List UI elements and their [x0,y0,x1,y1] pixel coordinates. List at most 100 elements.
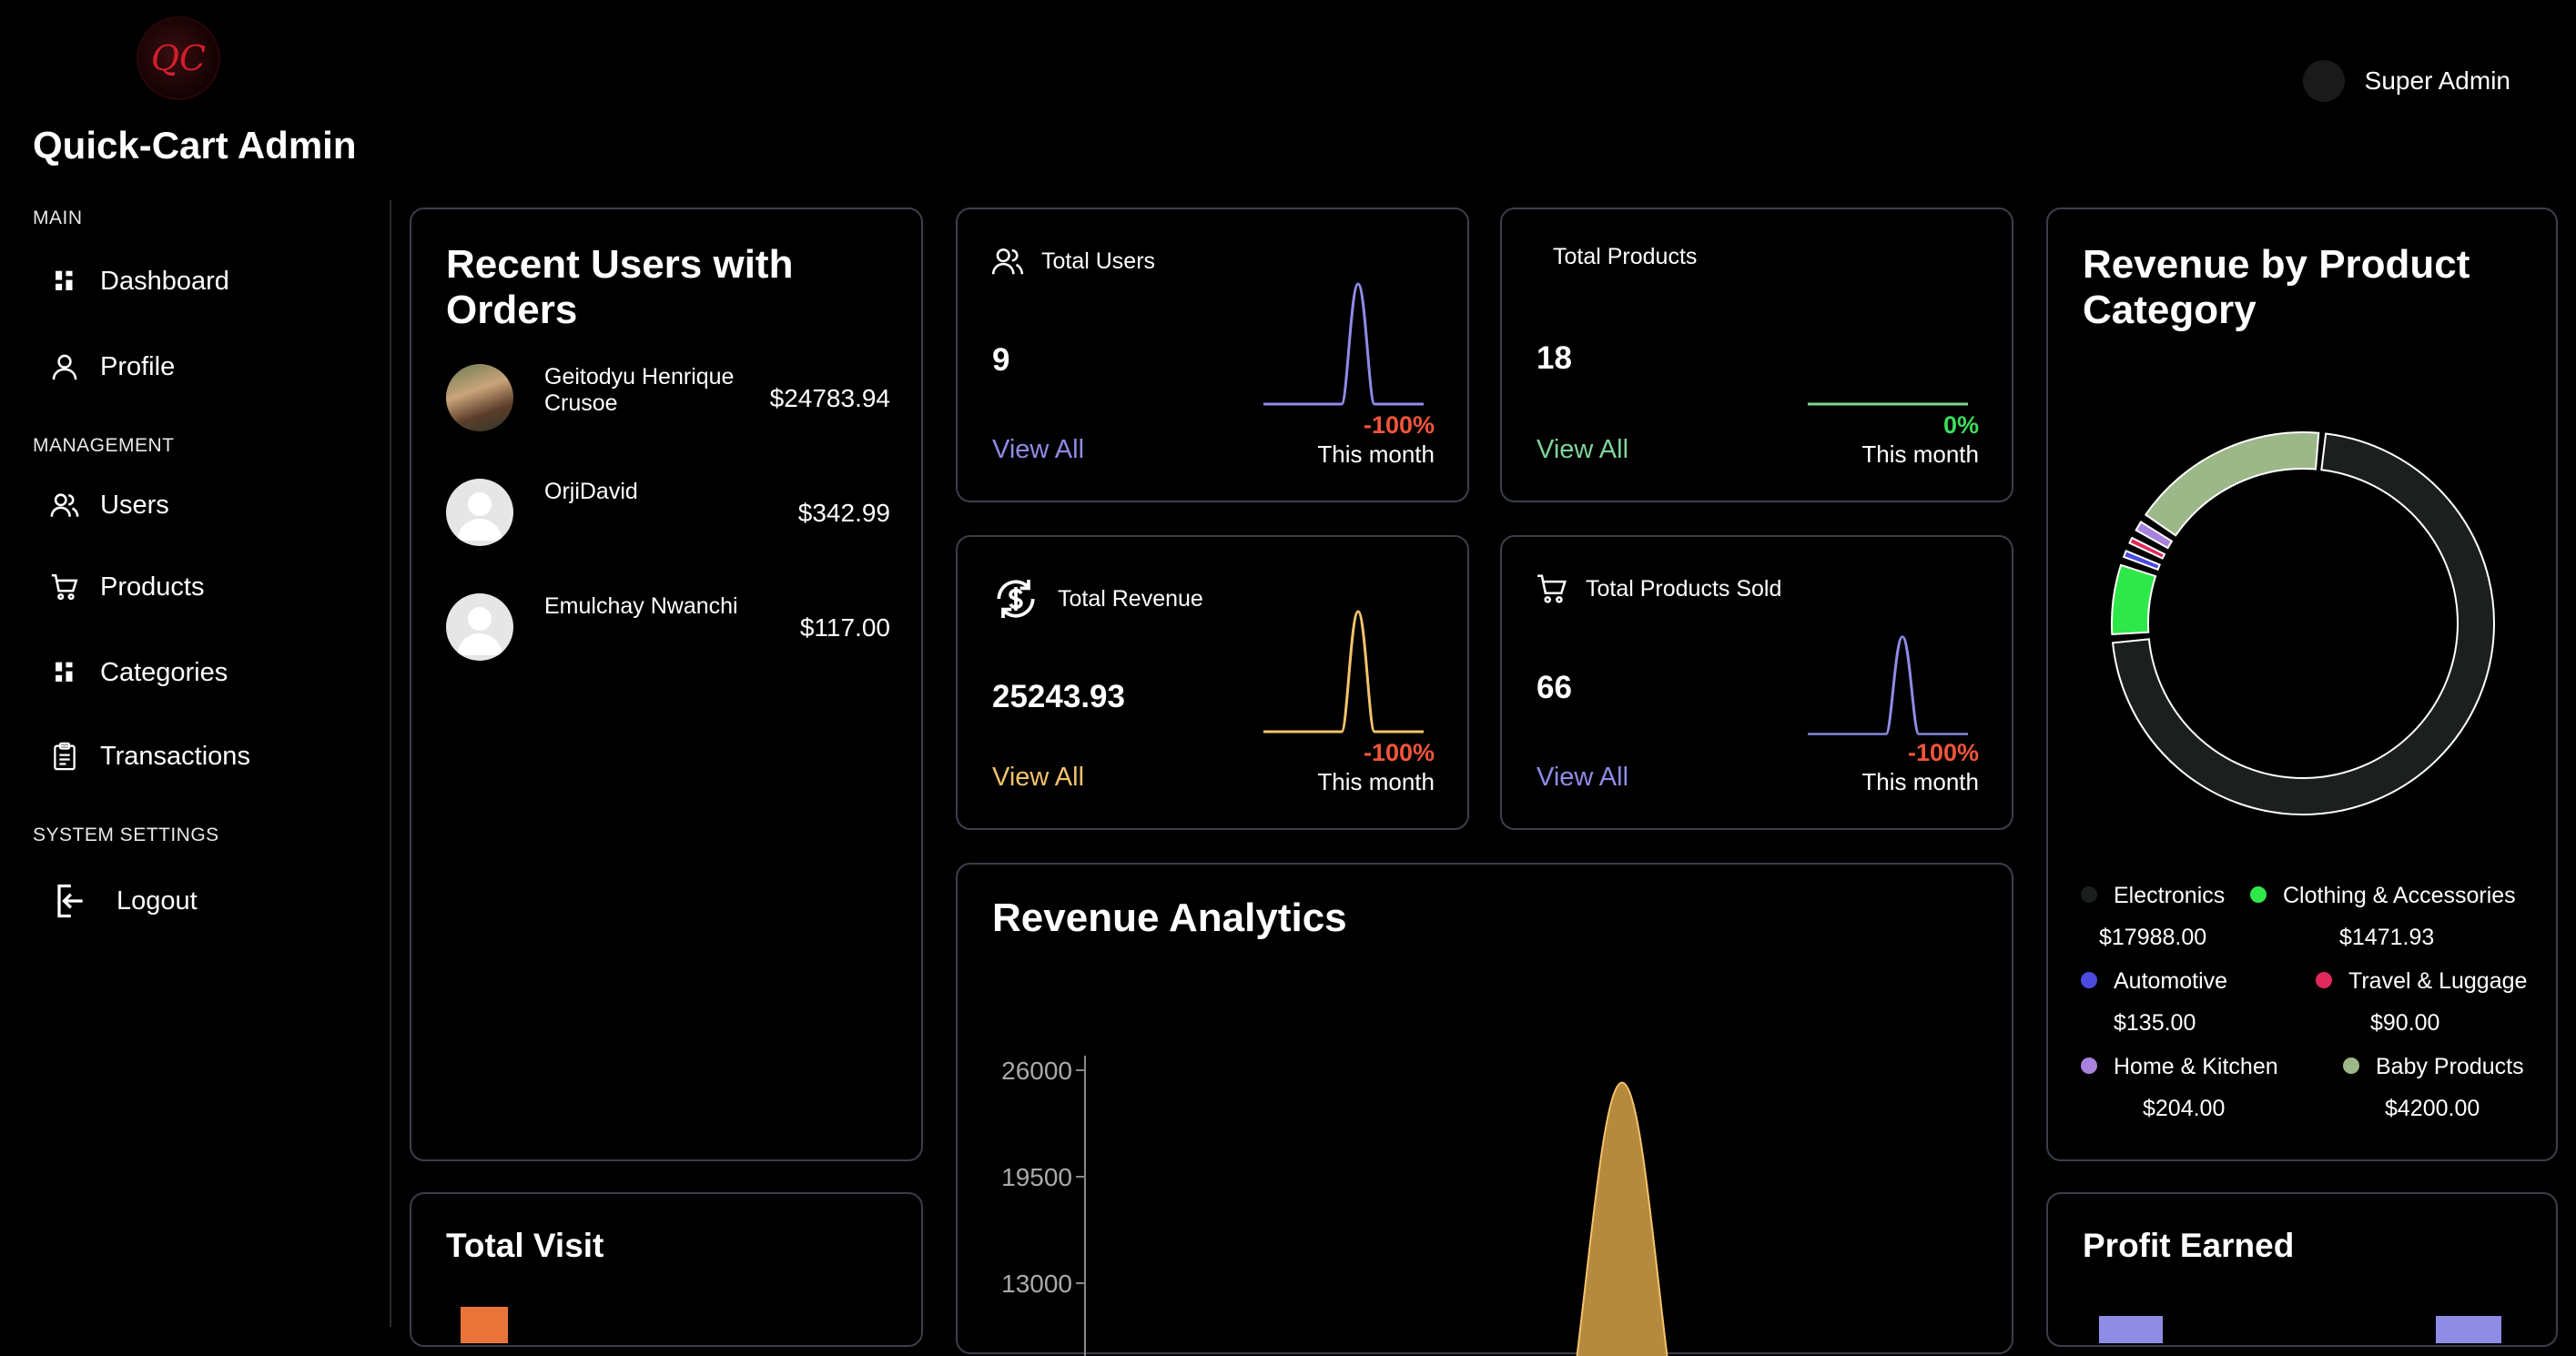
sidebar-item-label: Categories [100,657,228,687]
sparkline [1263,610,1424,734]
legend-value: $90.00 [2370,1010,2440,1036]
period-label: This month [1317,440,1435,468]
app-title: Quick-Cart Admin [33,124,357,167]
sidebar-item-label: Transactions [100,741,250,771]
avatar [446,364,513,431]
sidebar-item-categories[interactable]: Categories [49,657,228,688]
legend-value: $204.00 [2143,1096,2226,1121]
legend-item: Automotive [2081,968,2227,995]
revenue-cycle-icon [997,580,1035,618]
stat-value: 66 [1536,670,1572,705]
stat-title: Total Products Sold [1586,575,1782,602]
legend-label: Baby Products [2376,1054,2524,1079]
section-management: MANAGEMENT [33,435,175,456]
legend-label: Automotive [2114,968,2228,994]
sidebar-item-label: Dashboard [100,266,229,296]
legend-value: $4200.00 [2385,1096,2480,1121]
total-products-card: Total Products 18 View All 0% This month [1500,207,2013,502]
legend-item: Home & Kitchen [2081,1054,2278,1080]
legend-dot [2081,886,2097,904]
user-name: Super Admin [2364,66,2510,95]
sidebar-divider [390,200,391,1327]
visit-bar [461,1307,508,1343]
chart-legend: Electronics $17988.00 Clothing & Accesso… [2048,209,2558,1156]
total-revenue-card: Total Revenue 25243.93 View All -100% Th… [956,535,1469,830]
card-title: Profit Earned [2083,1227,2295,1264]
order-amount: $342.99 [797,499,890,527]
stat-value: 18 [1536,340,1572,376]
stat-value: 9 [992,342,1010,378]
sidebar-item-transactions[interactable]: Transactions [49,741,250,772]
change-percent: 0% [1942,411,1979,439]
sidebar-item-profile[interactable]: Profile [49,351,175,382]
sidebar-item-label: Profile [100,351,176,381]
legend-value: $135.00 [2114,1010,2196,1036]
revenue-analytics-card: Revenue Analytics 26000 19500 13000 [956,863,2013,1356]
user-icon [52,354,77,380]
order-amount: $117.00 [799,613,890,642]
user-name: Emulchay Nwanchi [544,593,738,619]
stat-title-row: Total Revenue [990,573,1203,624]
recent-users-card: Recent Users with Orders Geitodyu Henriq… [410,207,923,1161]
users-icon [991,248,1024,275]
sidebar-item-logout[interactable]: Logout [49,881,198,921]
default-avatar-icon [457,492,502,541]
legend-item: Travel & Luggage [2316,968,2527,995]
view-all-link[interactable]: View All [1536,763,1628,793]
card-title: Total Visit [446,1227,604,1264]
avatar [2302,60,2345,102]
sidebar-item-products[interactable]: Products [49,572,204,602]
view-all-link[interactable]: View All [1536,435,1628,465]
card-title: Recent Users with Orders [446,242,794,332]
stat-title-row: Total Products [1553,244,1697,270]
sparkline [1263,282,1424,406]
dashboard-icon [56,270,73,290]
stat-title-row: Total Users [990,244,1155,278]
grid-icon [56,662,73,682]
legend-dot [2343,1057,2359,1075]
sidebar-item-label: Products [100,572,205,602]
users-icon [50,493,79,517]
legend-item: Electronics [2081,883,2225,909]
revenue-area [1576,1081,1668,1356]
logout-icon [57,884,83,918]
legend-dot [2316,972,2332,989]
period-label: This month [1861,768,1979,795]
legend-dot [2250,886,2267,904]
legend-dot [2081,972,2097,989]
change-percent: -100% [1363,739,1435,766]
list-item[interactable]: OrjiDavid $342.99 [446,479,890,552]
view-all-link[interactable]: View All [992,435,1084,465]
stat-value: 25243.93 [992,679,1125,714]
sidebar-item-users[interactable]: Users [49,490,169,521]
view-all-link[interactable]: View All [992,763,1084,793]
sidebar-item-dashboard[interactable]: Dashboard [49,266,229,297]
user-name: Geitodyu Henrique Crusoe [544,364,735,416]
list-item[interactable]: Geitodyu Henrique Crusoe $24783.94 [446,364,890,437]
brand-logo: QC [137,16,220,100]
legend-item: Baby Products [2343,1054,2524,1080]
section-main: MAIN [33,207,83,228]
section-system-settings: SYSTEM SETTINGS [33,825,219,845]
profit-bar [2099,1316,2163,1343]
total-products-sold-card: Total Products Sold 66 View All -100% Th… [1500,535,2013,830]
legend-value: $1471.93 [2339,925,2435,950]
y-tick-label: 26000 [1001,1057,1072,1085]
legend-label: Travel & Luggage [2348,968,2528,994]
list-item[interactable]: Emulchay Nwanchi $117.00 [446,593,890,666]
profit-bar [2436,1316,2501,1343]
default-avatar-icon [457,607,502,655]
period-label: This month [1317,768,1435,795]
avatar [446,479,513,546]
clipboard-icon [54,742,76,771]
y-tick-label: 19500 [1001,1163,1072,1191]
profit-earned-card: Profit Earned [2046,1192,2558,1347]
stat-title: Total Revenue [1058,585,1203,612]
total-visit-card: Total Visit [410,1192,923,1347]
sidebar-item-label: Logout [117,885,198,916]
revenue-by-category-card: Revenue by Product Category Electronics … [2046,207,2558,1161]
logo-mark: QC [150,38,207,78]
legend-dot [2081,1057,2097,1075]
user-menu[interactable]: Super Admin [2302,60,2510,102]
change-percent: -100% [1363,411,1435,439]
